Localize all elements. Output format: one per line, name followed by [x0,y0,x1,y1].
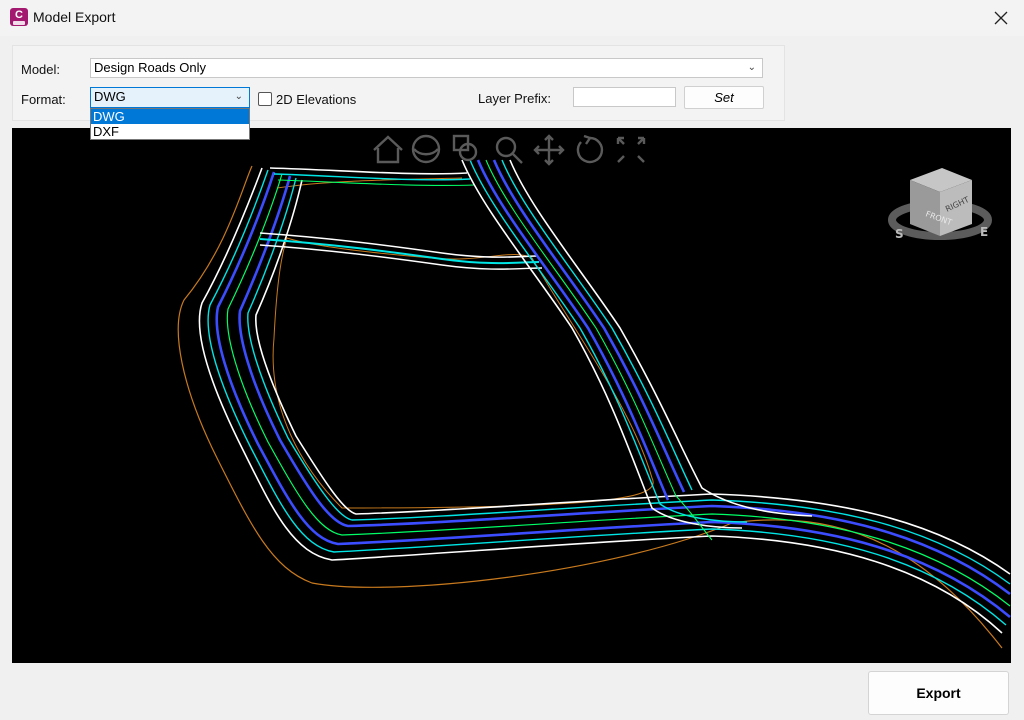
compass-e-label: E [980,225,988,239]
chevron-down-icon: ⌄ [234,91,243,102]
app-logo-icon: C [10,8,28,26]
home-icon[interactable] [373,135,403,164]
elevations-checkbox[interactable] [258,92,272,106]
elevations-label: 2D Elevations [276,92,357,107]
layer-prefix-label: Layer Prefix: [478,91,551,106]
road-model-drawing: FRONT RIGHT S E [177,134,1011,649]
format-option-dwg[interactable]: DWG [91,109,249,124]
close-icon [994,11,1008,25]
export-button[interactable]: Export [868,671,1009,715]
set-button[interactable]: Set [684,86,764,109]
fit-icon[interactable] [616,136,646,163]
pan-window-icon[interactable] [452,134,478,162]
format-select[interactable]: DWG ⌄ [90,87,250,108]
viewcube[interactable]: FRONT RIGHT S E [888,168,992,241]
format-select-value: DWG [94,89,126,104]
orbit-icon[interactable] [411,134,441,164]
close-button[interactable] [978,0,1024,36]
model-select[interactable]: Design Roads Only ⌄ [90,58,763,78]
format-label: Format: [21,92,66,107]
model-viewport[interactable]: FRONT RIGHT S E [12,128,1011,663]
format-dropdown-list: DWG DXF [90,108,250,140]
model-select-value: Design Roads Only [94,60,206,75]
model-label: Model: [21,62,61,77]
compass-s-label: S [895,227,904,241]
layer-prefix-input[interactable] [573,87,676,107]
rotate-icon[interactable] [576,134,604,164]
zoom-icon[interactable] [495,136,523,164]
title-bar: C Model Export [0,0,1024,36]
format-option-dxf[interactable]: DXF [91,124,249,139]
window-title: Model Export [33,9,116,25]
chevron-down-icon: ⌄ [747,62,756,73]
move-icon[interactable] [533,134,565,166]
